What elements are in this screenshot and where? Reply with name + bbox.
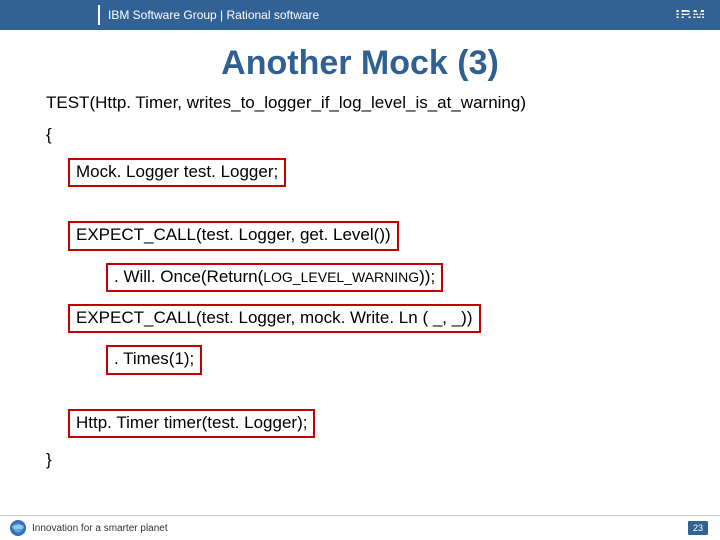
- boxed-willonce: . Will. Once(Return(LOG_LEVEL_WARNING));: [106, 263, 443, 292]
- ibm-logo: IBM: [676, 7, 707, 24]
- boxed-expect-writeln: EXPECT_CALL(test. Logger, mock. Write. L…: [68, 304, 481, 333]
- code-line-test: TEST(Http. Timer, writes_to_logger_if_lo…: [46, 93, 674, 113]
- slide-title: Another Mock (3): [0, 44, 720, 83]
- footer: Innovation for a smarter planet 23: [0, 515, 720, 540]
- code-line-open-brace: {: [46, 125, 674, 145]
- banner-divider: [98, 5, 100, 25]
- boxed-mock-decl: Mock. Logger test. Logger;: [68, 158, 286, 187]
- globe-icon: [10, 520, 26, 536]
- boxed-times: . Times(1);: [106, 345, 202, 374]
- willonce-prefix: . Will. Once(Return(: [114, 267, 263, 286]
- willonce-suffix: ));: [419, 267, 435, 286]
- top-banner: IBM Software Group | Rational software I…: [0, 0, 720, 30]
- footer-left: Innovation for a smarter planet: [10, 520, 168, 536]
- code-line-expect-getlevel: EXPECT_CALL(test. Logger, get. Level()): [46, 221, 674, 250]
- page-number: 23: [693, 523, 703, 533]
- boxed-timer-ctor: Http. Timer timer(test. Logger);: [68, 409, 315, 438]
- code-line-times: . Times(1);: [46, 345, 674, 374]
- banner-text: IBM Software Group | Rational software: [108, 8, 319, 22]
- code-line-close-brace: }: [46, 450, 674, 470]
- footer-tagline: Innovation for a smarter planet: [32, 523, 168, 534]
- code-line-expect-writeln: EXPECT_CALL(test. Logger, mock. Write. L…: [46, 304, 674, 333]
- code-line-willonce: . Will. Once(Return(LOG_LEVEL_WARNING));: [46, 263, 674, 292]
- banner-left: IBM Software Group | Rational software: [0, 0, 319, 30]
- code-line-timer-ctor: Http. Timer timer(test. Logger);: [46, 409, 674, 438]
- page-number-badge: 23: [688, 521, 708, 535]
- code-line-mock-decl: Mock. Logger test. Logger;: [46, 158, 674, 187]
- code-block: TEST(Http. Timer, writes_to_logger_if_lo…: [46, 93, 674, 471]
- ibm-logo-text: IBM: [676, 7, 707, 24]
- willonce-const: LOG_LEVEL_WARNING: [263, 269, 419, 285]
- boxed-expect-getlevel: EXPECT_CALL(test. Logger, get. Level()): [68, 221, 399, 250]
